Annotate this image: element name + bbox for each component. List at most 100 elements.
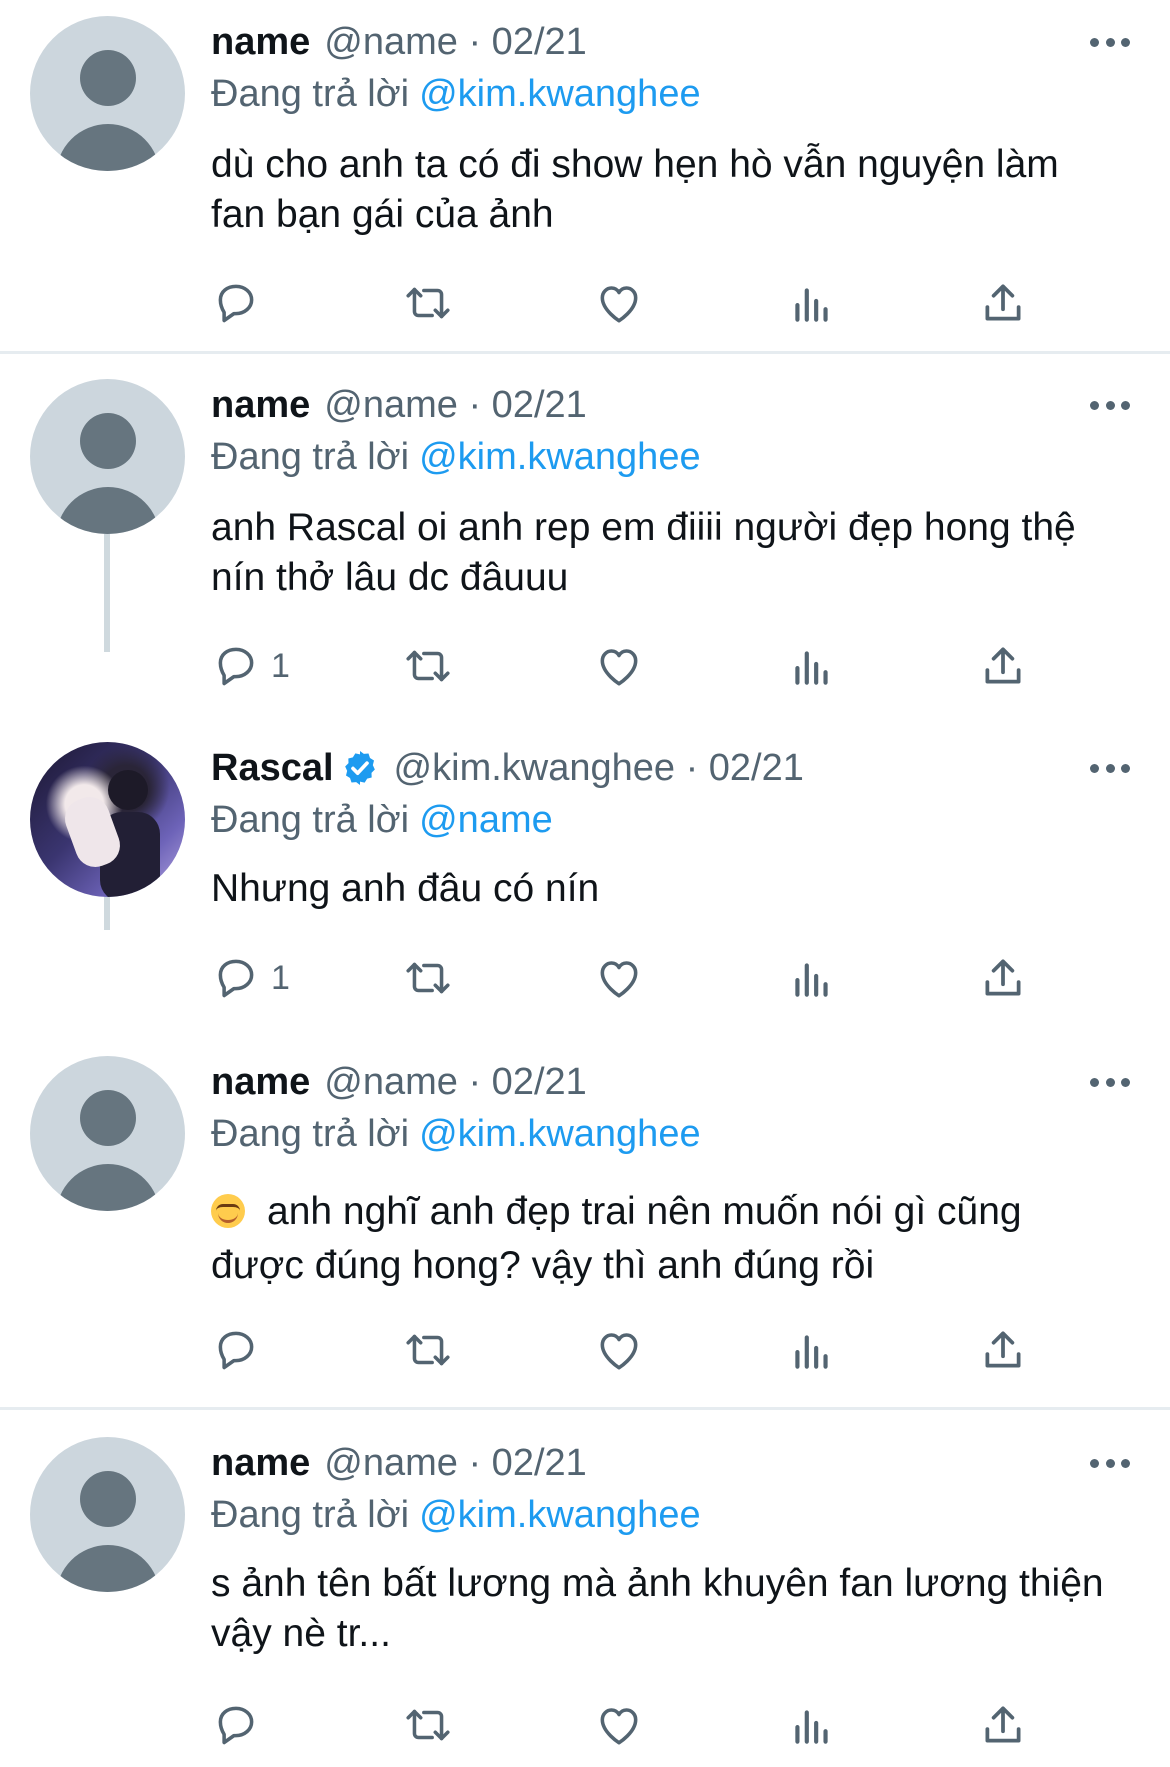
- reply-count: 1: [271, 646, 290, 685]
- share-button[interactable]: [978, 273, 1028, 333]
- more-icon[interactable]: [1090, 748, 1130, 788]
- share-button[interactable]: [978, 636, 1028, 696]
- handle-and-date: @name · 02/21: [324, 1061, 587, 1103]
- tweet-text: s ảnh tên bất lương mà ảnh khuyên fan lư…: [211, 1562, 1104, 1655]
- analytics-icon: [787, 641, 837, 691]
- share-button[interactable]: [978, 948, 1028, 1008]
- like-button[interactable]: [594, 273, 644, 333]
- avatar[interactable]: [30, 379, 185, 534]
- analytics-icon: [787, 1325, 837, 1375]
- share-icon: [978, 953, 1028, 1003]
- reply-prefix: Đang trả lời: [211, 73, 410, 115]
- retweet-button[interactable]: [403, 948, 453, 1008]
- more-icon[interactable]: [1090, 385, 1130, 425]
- reply-button[interactable]: [211, 1695, 271, 1755]
- tweet-actions: [211, 1320, 1031, 1380]
- retweet-icon: [403, 953, 453, 1003]
- reply-icon: [211, 278, 261, 328]
- retweet-icon: [403, 1325, 453, 1375]
- reply-prefix: Đang trả lời: [211, 799, 410, 841]
- views-button[interactable]: [787, 273, 837, 333]
- heart-icon: [594, 1700, 644, 1750]
- tweet-text-block: anh nghĩ anh đẹp trai nên muốn nói gì cũ…: [211, 1185, 1121, 1293]
- reply-button[interactable]: [211, 1320, 271, 1380]
- heart-icon: [594, 641, 644, 691]
- divider: [0, 1407, 1170, 1410]
- reply-button[interactable]: [211, 273, 271, 333]
- reply-mention-link[interactable]: @kim.kwanghee: [419, 436, 700, 478]
- avatar[interactable]: [30, 16, 185, 171]
- retweet-button[interactable]: [403, 1320, 453, 1380]
- heart-icon: [594, 953, 644, 1003]
- reply-count: 1: [271, 958, 290, 997]
- retweet-button[interactable]: [403, 273, 453, 333]
- avatar[interactable]: [30, 1437, 185, 1592]
- handle-and-date: @name · 02/21: [324, 21, 587, 63]
- analytics-icon: [787, 953, 837, 1003]
- tweet[interactable]: name @name · 02/21 Đang trả lời @kim.kwan…: [0, 363, 1170, 725]
- tweet-actions: [211, 273, 1031, 333]
- share-icon: [978, 278, 1028, 328]
- like-button[interactable]: [594, 636, 644, 696]
- more-icon[interactable]: [1090, 1062, 1130, 1102]
- display-name[interactable]: Rascal: [211, 744, 334, 792]
- tweet-text: Nhưng anh đâu có nín: [211, 867, 600, 910]
- reply-context: Đang trả lời @kim.kwanghee: [211, 433, 701, 481]
- tweet[interactable]: name @name · 02/21 Đang trả lời @kim.kwan…: [0, 1421, 1170, 1767]
- handle-and-date: @name · 02/21: [324, 384, 587, 426]
- display-name[interactable]: name: [211, 381, 310, 429]
- display-name[interactable]: name: [211, 18, 310, 66]
- retweet-button[interactable]: [403, 636, 453, 696]
- reply-icon: [211, 953, 261, 1003]
- views-button[interactable]: [787, 948, 837, 1008]
- share-button[interactable]: [978, 1695, 1028, 1755]
- reply-mention-link[interactable]: @kim.kwanghee: [419, 73, 700, 115]
- reply-button[interactable]: 1: [211, 948, 290, 1008]
- retweet-icon: [403, 1700, 453, 1750]
- heart-icon: [594, 1325, 644, 1375]
- reply-mention-link[interactable]: @kim.kwanghee: [419, 1494, 700, 1536]
- reply-prefix: Đang trả lời: [211, 1113, 410, 1155]
- timeline: name @name · 02/21 Đang trả lời @kim.kwan…: [0, 0, 1170, 1767]
- analytics-icon: [787, 278, 837, 328]
- share-icon: [978, 641, 1028, 691]
- share-icon: [978, 1700, 1028, 1750]
- retweet-icon: [403, 278, 453, 328]
- views-button[interactable]: [787, 1320, 837, 1380]
- retweet-button[interactable]: [403, 1695, 453, 1755]
- views-button[interactable]: [787, 1695, 837, 1755]
- reply-context: Đang trả lời @kim.kwanghee: [211, 1110, 701, 1158]
- handle-and-date: @kim.kwanghee · 02/21: [393, 747, 804, 789]
- tweet[interactable]: Rascal @kim.kwanghee · 02/21 Đang trả lờ…: [0, 726, 1170, 1051]
- reply-mention-link[interactable]: @name: [419, 799, 553, 841]
- reply-mention-link[interactable]: @kim.kwanghee: [419, 1113, 700, 1155]
- reply-button[interactable]: 1: [211, 636, 290, 696]
- verified-badge-icon: [344, 751, 375, 785]
- like-button[interactable]: [594, 1320, 644, 1380]
- display-name[interactable]: name: [211, 1058, 310, 1106]
- tweet[interactable]: name @name · 02/21 Đang trả lời @kim.kwan…: [0, 0, 1170, 352]
- tweet-text: anh Rascal oi anh rep em điiii người đẹp…: [211, 506, 1076, 599]
- avatar[interactable]: [30, 1056, 185, 1211]
- reply-prefix: Đang trả lời: [211, 436, 410, 478]
- tweet-text: dù cho anh ta có đi show hẹn hò vẫn nguy…: [211, 143, 1059, 236]
- reply-icon: [211, 1325, 261, 1375]
- reply-icon: [211, 1700, 261, 1750]
- like-button[interactable]: [594, 948, 644, 1008]
- tweet[interactable]: name @name · 02/21 Đang trả lời @kim.kwan…: [0, 1040, 1170, 1410]
- retweet-icon: [403, 641, 453, 691]
- more-icon[interactable]: [1090, 22, 1130, 62]
- like-button[interactable]: [594, 1695, 644, 1755]
- display-name[interactable]: name: [211, 1439, 310, 1487]
- heart-icon: [594, 278, 644, 328]
- views-button[interactable]: [787, 636, 837, 696]
- divider: [0, 351, 1170, 354]
- reply-context: Đang trả lời @kim.kwanghee: [211, 70, 701, 118]
- avatar[interactable]: [30, 742, 185, 897]
- tweet-actions: [211, 1695, 1031, 1755]
- more-icon[interactable]: [1090, 1443, 1130, 1483]
- tweet-text: anh nghĩ anh đẹp trai nên muốn nói gì cũ…: [211, 1190, 1022, 1287]
- tweet-actions: 1: [211, 636, 1031, 696]
- share-button[interactable]: [978, 1320, 1028, 1380]
- tweet-actions: 1: [211, 948, 1031, 1008]
